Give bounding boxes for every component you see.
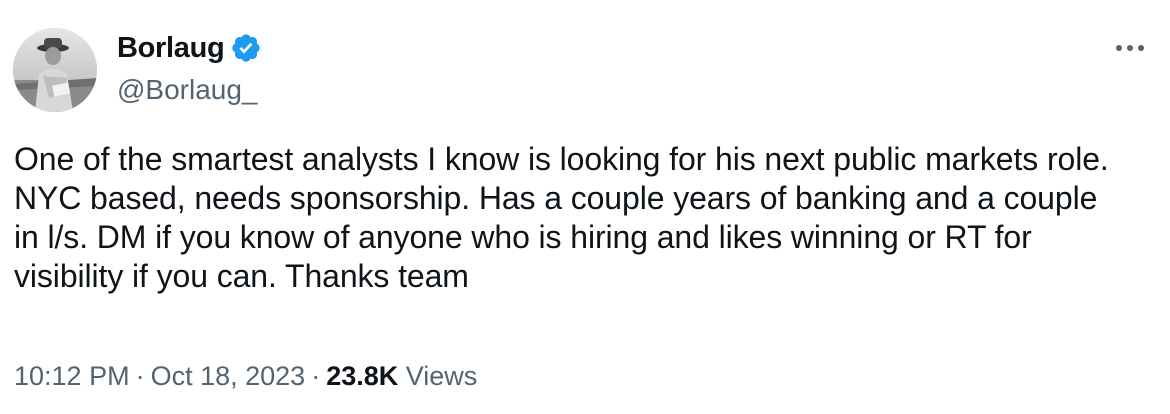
author-handle[interactable]: @Borlaug_: [117, 74, 258, 106]
more-options-icon: [1116, 45, 1144, 51]
avatar-photo: [13, 28, 97, 112]
tweet-date[interactable]: Oct 18, 2023: [151, 361, 306, 391]
author-display-name[interactable]: Borlaug: [117, 32, 225, 65]
views-count[interactable]: 23.8K: [326, 361, 398, 391]
meta-separator: ·: [135, 361, 145, 391]
avatar[interactable]: [13, 28, 97, 112]
views-label[interactable]: Views: [406, 361, 478, 391]
tweet-card: Borlaug @Borlaug_ One of the smartest an…: [0, 0, 1170, 414]
more-options-button[interactable]: [1112, 30, 1148, 66]
tweet-text: One of the smartest analysts I know is l…: [14, 141, 1109, 294]
author-name-row: Borlaug: [117, 30, 262, 66]
tweet-meta: 10:12 PM · Oct 18, 2023 · 23.8K Views: [14, 361, 477, 392]
tweet-time[interactable]: 10:12 PM: [14, 361, 130, 391]
verified-badge-icon: [230, 32, 262, 64]
meta-separator: ·: [311, 361, 321, 391]
